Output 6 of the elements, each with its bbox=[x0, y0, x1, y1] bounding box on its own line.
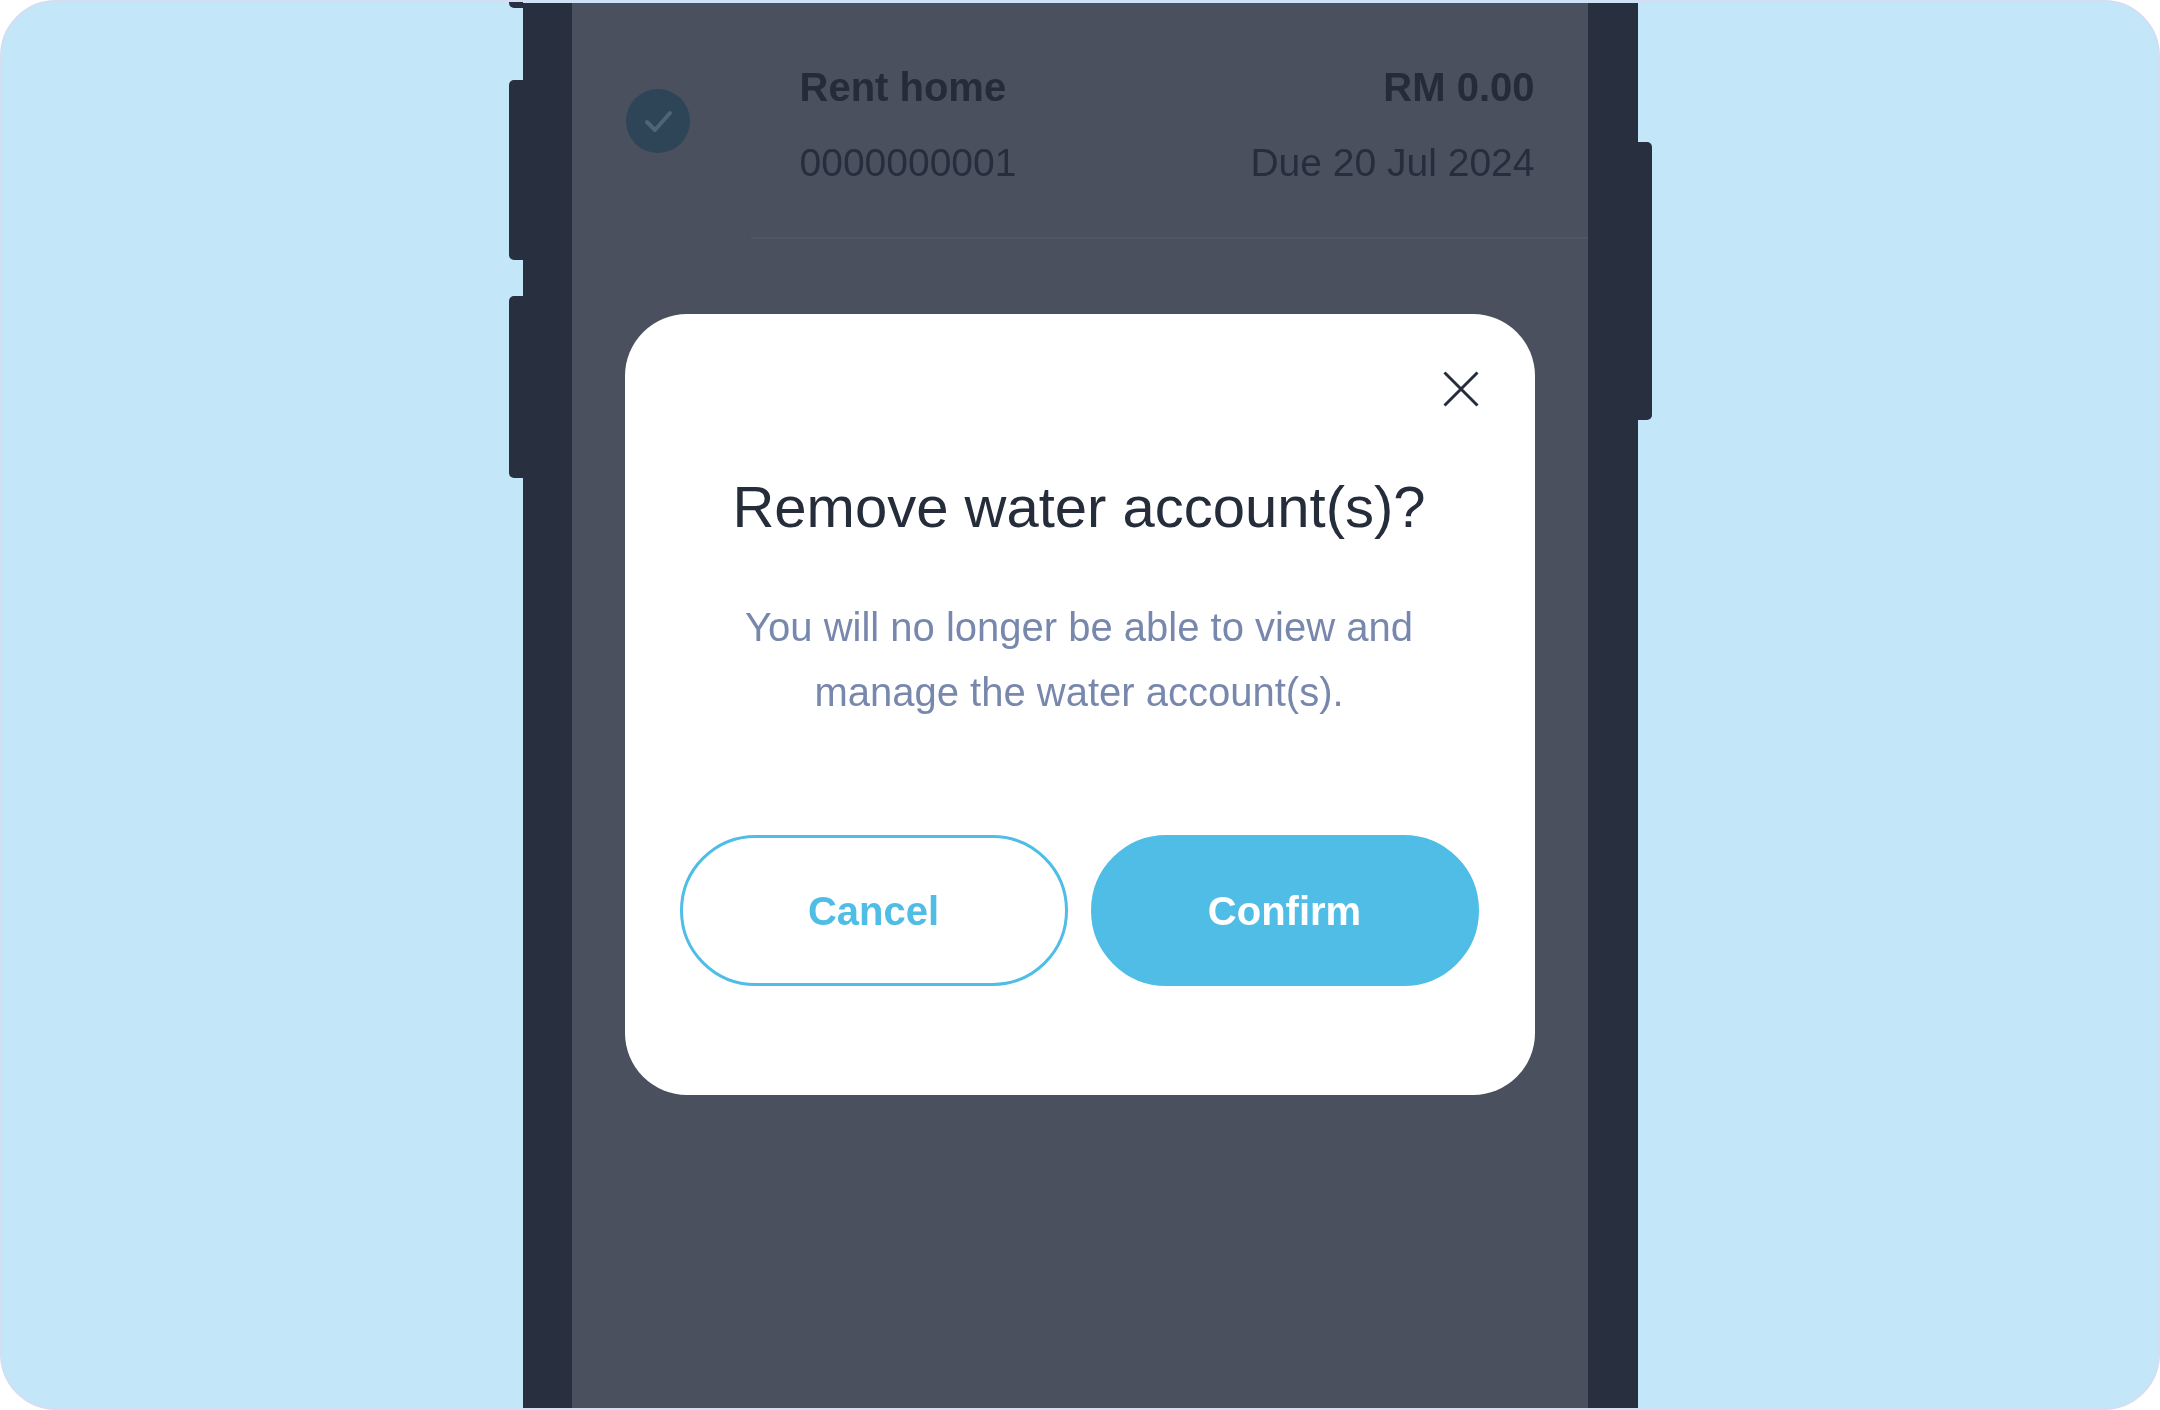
close-icon[interactable] bbox=[1442, 371, 1479, 407]
confirm-button[interactable]: Confirm bbox=[1090, 835, 1479, 986]
cancel-button[interactable]: Cancel bbox=[679, 835, 1068, 986]
check-icon[interactable] bbox=[625, 89, 690, 153]
dialog-message: You will no longer be able to view and manage the water account(s). bbox=[744, 604, 1414, 716]
dialog-title: Remove water account(s)? bbox=[731, 473, 1427, 541]
